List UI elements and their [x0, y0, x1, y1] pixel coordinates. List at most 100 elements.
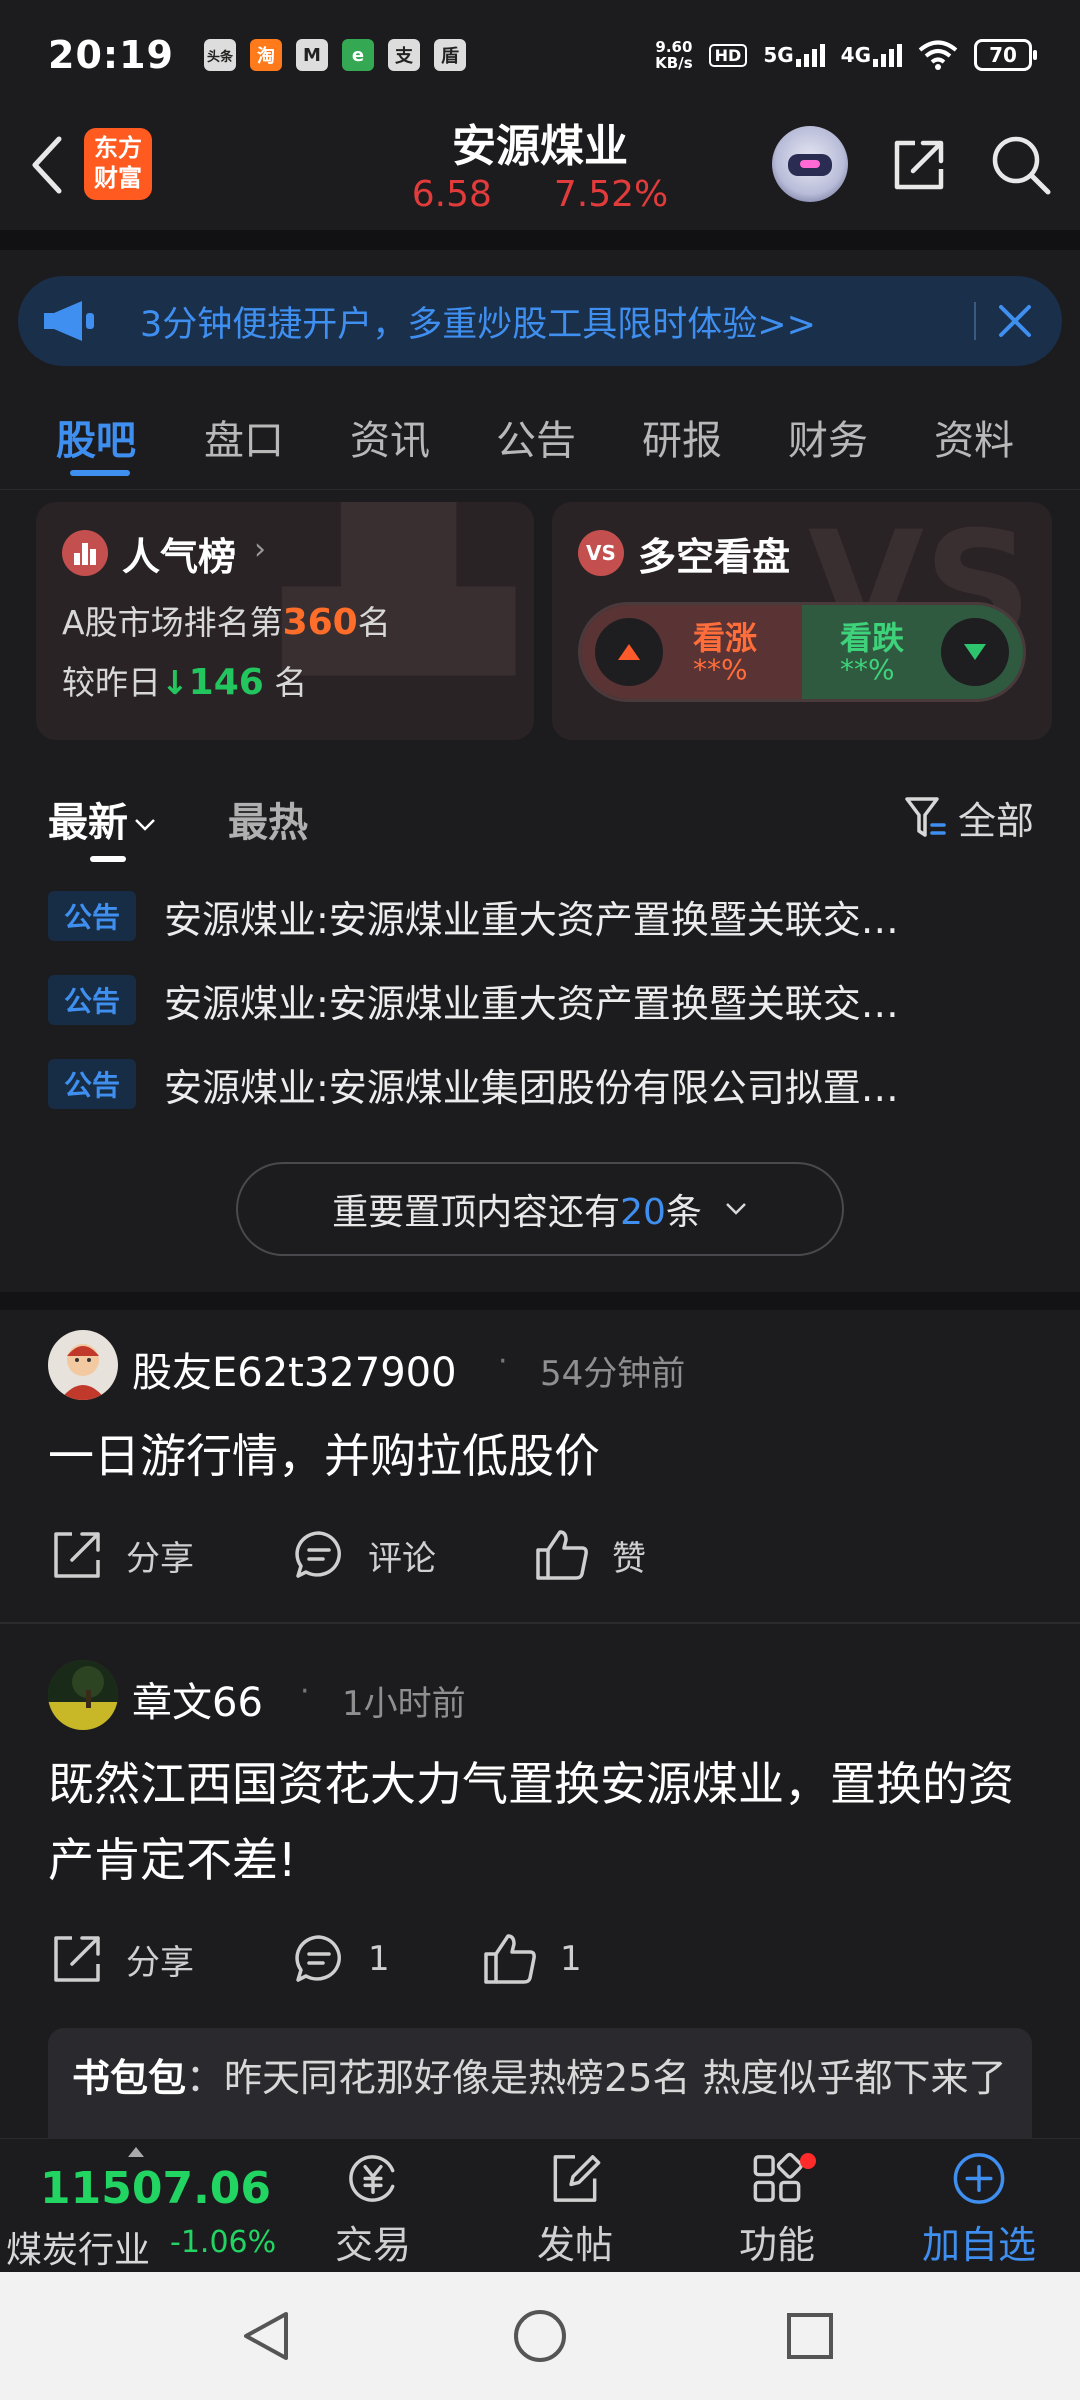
- index-change: -1.06%: [170, 2225, 277, 2260]
- comment-action[interactable]: 1: [292, 1932, 390, 1986]
- index-value: 11507.06: [40, 2163, 272, 2214]
- triangle-back-icon: [244, 2312, 288, 2360]
- search-button[interactable]: [986, 130, 1056, 200]
- pinned-prefix: 重要置顶内容还有: [332, 1192, 621, 1233]
- bottom-nav: 11507.06 煤炭行业 -1.06% 交易 发帖 功能 加自选: [0, 2138, 1080, 2272]
- share-action[interactable]: 分享: [50, 1528, 194, 1582]
- like-action[interactable]: 1: [482, 1932, 582, 1986]
- tab-announcements[interactable]: 公告: [496, 408, 576, 466]
- pinned-count: 20: [620, 1192, 666, 1233]
- edit-icon: [553, 2155, 601, 2202]
- stock-price: 6.58: [411, 174, 492, 215]
- thumbs-up-icon: [536, 1530, 588, 1580]
- vote-up-button[interactable]: 看涨 **%: [581, 605, 802, 699]
- comment-icon: [295, 1935, 341, 1982]
- avatar[interactable]: [48, 1660, 118, 1730]
- share-button[interactable]: [884, 130, 954, 200]
- system-back-button[interactable]: [236, 2306, 296, 2366]
- yen-coin-icon: [349, 2155, 395, 2202]
- share-label: 分享: [126, 1942, 194, 1983]
- toutiao-app-icon: 头条: [203, 39, 236, 71]
- nav-trade-label: 交易: [334, 2223, 411, 2267]
- chevron-right-icon: ›: [254, 532, 266, 567]
- share-icon: [54, 1532, 100, 1578]
- tab-pankou[interactable]: 盘口: [204, 408, 284, 466]
- tab-finance[interactable]: 财务: [788, 408, 868, 466]
- popularity-card[interactable]: ▟▙ 人气榜 › A股市场排名第360名 较昨日↓146 名: [36, 502, 534, 740]
- comment-icon: [295, 1531, 341, 1578]
- change-suffix: 名: [263, 663, 308, 702]
- section-tabs: 股吧 盘口 资讯 公告 研报 财务 资料: [0, 382, 1080, 490]
- nav-add-watchlist-label: 加自选: [921, 2223, 1036, 2267]
- comment-label: 评论: [368, 1538, 436, 1579]
- tab-research[interactable]: 研报: [642, 408, 722, 466]
- thumbs-up-icon: [484, 1934, 536, 1984]
- share-action[interactable]: 分享: [50, 1932, 194, 1986]
- popularity-title: 人气榜: [122, 535, 237, 579]
- notice-item[interactable]: 公告 安源煤业:安源煤业重大资产置换暨关联交…: [48, 972, 1038, 1028]
- banner-close-button[interactable]: [992, 298, 1038, 344]
- like-action[interactable]: 赞: [534, 1528, 646, 1582]
- banner-area: 3分钟便捷开户，多重炒股工具限时体验>>: [0, 250, 1080, 382]
- wifi-icon: [918, 40, 958, 70]
- change-value: 146: [188, 662, 264, 703]
- post-body[interactable]: 既然江西国资花大力气置换安源煤业，置换的资产肯定不差!: [48, 1746, 1038, 1898]
- bar-chart-icon: [62, 530, 108, 576]
- vote-up-pct: **%: [693, 653, 748, 686]
- sim1-label: 5G: [763, 43, 794, 67]
- comment-preview[interactable]: 书包包：昨天同花那好像是热榜25名 热度似乎都下来了: [48, 2028, 1032, 2138]
- nav-features[interactable]: 功能: [712, 2149, 842, 2269]
- close-icon: [999, 305, 1031, 337]
- pinned-more-button[interactable]: 重要置顶内容还有20条: [236, 1162, 844, 1256]
- comment-count: 1: [368, 1939, 390, 1979]
- change-prefix: 较昨日: [62, 663, 161, 702]
- nav-post[interactable]: 发帖: [510, 2149, 640, 2269]
- nav-features-label: 功能: [738, 2223, 815, 2267]
- share-icon: [894, 140, 944, 190]
- m-app-icon: M: [295, 39, 328, 71]
- notice-item[interactable]: 公告 安源煤业:安源煤业集团股份有限公司拟置…: [48, 1056, 1038, 1112]
- battery-icon: 70: [974, 39, 1037, 71]
- section-separator: [0, 1292, 1080, 1310]
- tab-profile[interactable]: 资料: [934, 408, 1014, 466]
- notice-item[interactable]: 公告 安源煤业:安源煤业重大资产置换暨关联交…: [48, 888, 1038, 944]
- notice-badge: 公告: [48, 891, 136, 941]
- filter-latest[interactable]: 最新: [48, 790, 156, 848]
- vote-down-pct: **%: [840, 653, 895, 686]
- notice-badge: 公告: [48, 1059, 136, 1109]
- account-open-banner[interactable]: 3分钟便捷开户，多重炒股工具限时体验>>: [18, 276, 1062, 366]
- filter-hot[interactable]: 最热: [228, 790, 308, 848]
- system-recents-button[interactable]: [780, 2306, 840, 2366]
- filter-latest-label: 最新: [48, 800, 128, 846]
- nav-add-watchlist[interactable]: 加自选: [914, 2149, 1044, 2269]
- sentiment-title: 多空看盘: [638, 535, 791, 579]
- share-icon: [54, 1936, 100, 1982]
- vote-pill: 看涨 **% 看跌 **%: [578, 602, 1026, 702]
- filter-all-button[interactable]: 全部: [904, 790, 1034, 845]
- comment-action[interactable]: 评论: [292, 1528, 436, 1582]
- search-icon: [992, 136, 1051, 195]
- status-time: 20:19: [48, 33, 174, 77]
- nav-trade[interactable]: 交易: [308, 2149, 438, 2269]
- ai-assistant-avatar[interactable]: [772, 126, 848, 202]
- post-meta-dot: ·: [498, 1344, 508, 1379]
- caret-up-icon: [128, 2147, 144, 2157]
- vote-down-button[interactable]: 看跌 **%: [802, 605, 1023, 699]
- post-time: 54分钟前: [540, 1354, 686, 1394]
- signal-5g-icon: 5G: [763, 43, 825, 67]
- share-label: 分享: [126, 1538, 194, 1579]
- nav-post-label: 发帖: [536, 2223, 613, 2267]
- tab-guba[interactable]: 股吧: [56, 408, 136, 466]
- post-author[interactable]: 章文66: [132, 1670, 263, 1728]
- index-name: 煤炭行业: [6, 2230, 151, 2271]
- post-body[interactable]: 一日游行情，并购拉低股价: [48, 1418, 1038, 1494]
- triangle-up-icon: [595, 618, 663, 686]
- post-author[interactable]: 股友E62t327900: [132, 1340, 457, 1398]
- avatar[interactable]: [48, 1330, 118, 1400]
- chevron-down-icon: [135, 819, 155, 831]
- notification-dot: [800, 2153, 816, 2169]
- tab-news[interactable]: 资讯: [350, 408, 430, 466]
- system-nav-bar: [0, 2272, 1080, 2400]
- system-home-button[interactable]: [510, 2306, 570, 2366]
- banner-separator: [974, 302, 976, 340]
